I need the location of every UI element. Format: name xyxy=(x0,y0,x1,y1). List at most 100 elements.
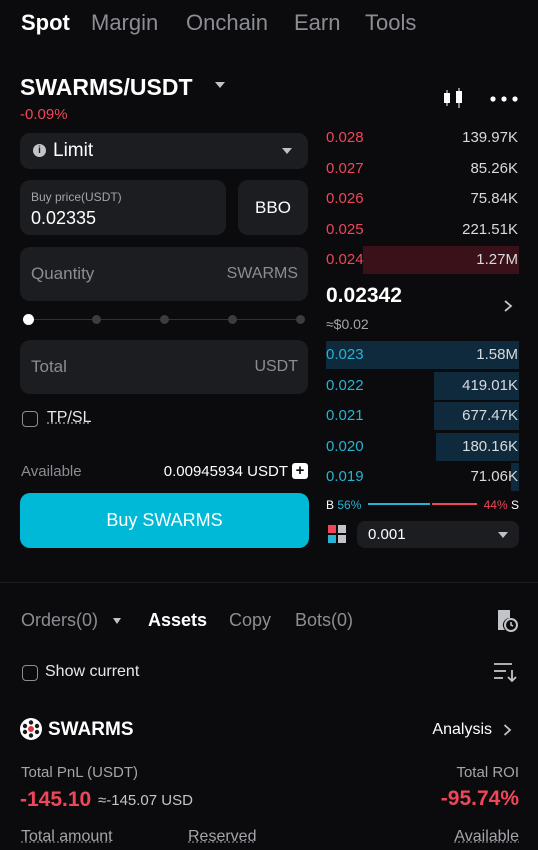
slider-stop-50[interactable] xyxy=(160,315,169,324)
ask-price: 0.026 xyxy=(326,190,364,207)
total-unit: USDT xyxy=(254,358,298,375)
chevron-down-icon[interactable] xyxy=(113,618,121,624)
slider-stop-75[interactable] xyxy=(228,315,237,324)
ask-row[interactable]: 0.024 1.27M xyxy=(326,246,519,274)
roi-value: -95.74% xyxy=(440,787,519,810)
top-tabs: Spot Margin Onchain Earn Tools xyxy=(0,0,538,50)
buy-ratio: B 56% xyxy=(326,498,361,512)
tab-copy[interactable]: Copy xyxy=(229,610,271,631)
ask-price: 0.024 xyxy=(326,251,364,268)
tab-bots[interactable]: Bots(0) xyxy=(295,610,353,631)
bid-price: 0.019 xyxy=(326,468,364,485)
ask-row[interactable]: 0.027 85.26K xyxy=(326,155,519,183)
slider-handle[interactable] xyxy=(23,314,34,325)
chevron-down-icon xyxy=(498,532,508,538)
sell-ratio-bar xyxy=(432,503,477,505)
more-icon[interactable] xyxy=(490,96,518,102)
order-type-select[interactable]: i Limit xyxy=(20,133,308,169)
section-divider xyxy=(0,582,538,583)
bid-price: 0.021 xyxy=(326,407,364,424)
bid-quantity: 1.58M xyxy=(476,346,518,363)
ask-quantity: 85.26K xyxy=(470,159,518,177)
bid-price: 0.022 xyxy=(326,376,364,394)
asset-name[interactable]: SWARMS xyxy=(48,719,134,741)
tab-margin[interactable]: Margin xyxy=(91,10,158,36)
roi-label: Total ROI xyxy=(456,764,519,781)
depth-step-select[interactable]: 0.001 xyxy=(357,521,519,548)
tpsl-label[interactable]: TP/SL xyxy=(47,409,91,427)
bid-quantity: 419.01K xyxy=(462,376,518,394)
bid-row[interactable]: 0.022 419.01K xyxy=(326,371,519,400)
quantity-placeholder: Quantity xyxy=(31,264,95,283)
show-current-label[interactable]: Show current xyxy=(45,663,139,681)
ask-row[interactable]: 0.025 221.51K xyxy=(326,216,519,244)
buy-price-caption: Buy price(USDT) xyxy=(31,190,122,204)
chevron-down-icon xyxy=(282,148,292,154)
candlestick-chart-icon[interactable] xyxy=(442,86,466,110)
chevron-down-icon[interactable] xyxy=(215,82,225,88)
slider-stop-100[interactable] xyxy=(296,315,305,324)
chevron-right-icon[interactable] xyxy=(503,724,512,736)
bid-price: 0.020 xyxy=(326,437,364,455)
buy-ratio-bar xyxy=(368,503,430,505)
bid-row[interactable]: 0.021 677.47K xyxy=(326,402,519,430)
order-type-label: Limit xyxy=(53,140,94,161)
bid-row[interactable]: 0.020 180.16K xyxy=(326,432,519,461)
ask-quantity: 75.84K xyxy=(470,190,518,207)
analysis-link[interactable]: Analysis xyxy=(432,721,492,739)
pnl-value: -145.10 xyxy=(20,788,92,811)
buy-button[interactable]: Buy SWARMS xyxy=(20,493,309,548)
sell-ratio-letter: S xyxy=(510,498,519,512)
pnl-label: Total PnL (USDT) xyxy=(21,764,138,781)
sort-icon[interactable] xyxy=(493,661,517,683)
tpsl-checkbox[interactable] xyxy=(22,411,38,427)
tab-tools[interactable]: Tools xyxy=(365,10,416,36)
bid-quantity: 677.47K xyxy=(462,407,518,424)
order-history-icon[interactable] xyxy=(494,608,518,632)
tab-orders[interactable]: Orders(0) xyxy=(21,610,98,631)
quantity-input[interactable]: Quantity SWARMS xyxy=(20,247,308,301)
pnl-usd: ≈-145.07 USD xyxy=(98,792,193,809)
bid-quantity: 71.06K xyxy=(470,468,518,485)
tab-onchain[interactable]: Onchain xyxy=(186,10,268,36)
total-amount-label: Total amount xyxy=(21,828,113,845)
info-icon[interactable]: i xyxy=(33,144,46,157)
bid-row[interactable]: 0.019 71.06K xyxy=(326,463,519,491)
available-col-label: Available xyxy=(454,828,519,845)
last-price-usd: ≈$0.02 xyxy=(326,316,369,332)
tab-assets[interactable]: Assets xyxy=(148,610,207,631)
bid-quantity: 180.16K xyxy=(462,437,518,455)
chevron-right-icon[interactable] xyxy=(503,300,513,312)
ask-quantity: 1.27M xyxy=(476,251,518,268)
buy-price-value[interactable]: 0.02335 xyxy=(31,208,96,229)
bbo-button[interactable]: BBO xyxy=(238,180,308,235)
orderbook-layout-icon[interactable] xyxy=(327,524,347,544)
available-value: 0.00945934 USDT xyxy=(163,463,288,480)
total-input[interactable]: Total USDT xyxy=(20,340,308,394)
depth-step-value: 0.001 xyxy=(368,526,406,543)
tab-earn[interactable]: Earn xyxy=(294,10,340,36)
reserved-label: Reserved xyxy=(188,828,257,845)
quantity-unit: SWARMS xyxy=(226,265,298,282)
ask-row[interactable]: 0.028 139.97K xyxy=(326,124,519,152)
last-price: 0.02342 xyxy=(326,284,402,307)
available-label: Available xyxy=(21,463,82,480)
show-current-checkbox[interactable] xyxy=(22,665,38,681)
swarms-coin-icon xyxy=(20,718,42,740)
ask-price: 0.027 xyxy=(326,159,364,177)
buy-price-input[interactable]: Buy price(USDT) 0.02335 xyxy=(20,180,226,235)
ask-row[interactable]: 0.026 75.84K xyxy=(326,185,519,213)
bid-price: 0.023 xyxy=(326,346,364,363)
pair-title[interactable]: SWARMS/USDT xyxy=(20,74,193,101)
bbo-label: BBO xyxy=(255,198,291,217)
tab-spot[interactable]: Spot xyxy=(21,10,70,36)
pair-change: -0.09% xyxy=(20,106,68,123)
slider-stop-25[interactable] xyxy=(92,315,101,324)
bid-row[interactable]: 0.023 1.58M xyxy=(326,341,519,369)
buy-ratio-pct: 56% xyxy=(337,498,362,512)
ask-quantity: 221.51K xyxy=(462,220,518,238)
sell-ratio: 44% S xyxy=(484,498,519,512)
ask-quantity: 139.97K xyxy=(462,129,518,146)
plus-icon[interactable]: + xyxy=(292,463,308,479)
sell-ratio-pct: 44% xyxy=(483,498,508,512)
